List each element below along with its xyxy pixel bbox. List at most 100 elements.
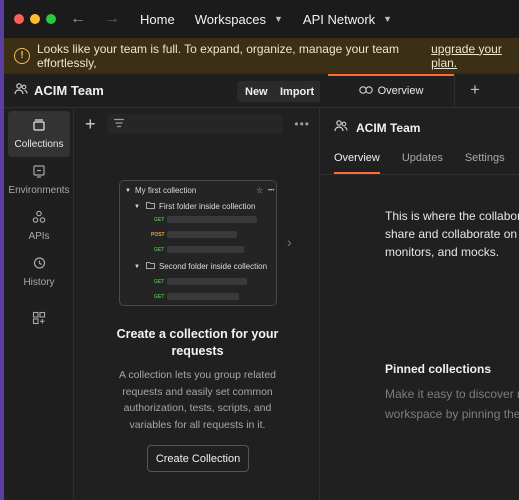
empty-desc-line: authorization, tests, scripts, and bbox=[123, 402, 272, 414]
tab-settings[interactable]: Settings bbox=[465, 152, 505, 174]
sidebar-item-label: APIs bbox=[28, 231, 50, 242]
chevron-down-icon: ▼ bbox=[125, 187, 131, 194]
get-method-badge: GET bbox=[154, 216, 165, 223]
sidebar-item-label: Collections bbox=[14, 139, 64, 150]
pinned-line: workspace by pinning the bbox=[385, 407, 519, 421]
overview-line: This is where the collabor bbox=[385, 209, 519, 223]
sidebar-item-apis[interactable]: APIs bbox=[8, 203, 70, 249]
collections-icon bbox=[32, 118, 46, 135]
collections-toolbar: + ••• bbox=[75, 108, 320, 140]
get-method-badge: GET bbox=[154, 293, 165, 300]
overview-tab-icon bbox=[358, 85, 373, 98]
zoom-window-button[interactable] bbox=[46, 14, 56, 24]
tab-overview[interactable]: Overview bbox=[328, 74, 455, 108]
placeholder-bar bbox=[167, 293, 239, 300]
api-network-label: API Network bbox=[302, 11, 376, 27]
illustration-folder-name: Second folder inside collection bbox=[158, 262, 268, 271]
window-controls bbox=[14, 14, 56, 24]
warning-icon: ! bbox=[14, 47, 30, 64]
empty-title-line: requests bbox=[171, 344, 224, 358]
chevron-down-icon: ▼ bbox=[134, 203, 140, 210]
illustration-request-row: GET bbox=[154, 216, 257, 223]
create-collection-button[interactable]: Create Collection bbox=[147, 445, 249, 472]
overview-description: This is where the collabor share and col… bbox=[385, 207, 519, 261]
api-network-menu[interactable]: API Network ▼ bbox=[303, 12, 392, 27]
placeholder-bar bbox=[167, 231, 237, 238]
sidebar-item-label: Environments bbox=[8, 185, 70, 196]
empty-desc-line: A collection lets you group related bbox=[118, 369, 276, 381]
overview-line: monitors, and mocks. bbox=[385, 245, 500, 259]
sidebar-item-environments[interactable]: Environments bbox=[8, 157, 70, 203]
overview-tab-label: Overview bbox=[377, 85, 424, 97]
close-window-button[interactable] bbox=[14, 14, 24, 24]
workspace-title: ACIM Team bbox=[34, 83, 104, 98]
more-icon: ••• bbox=[268, 187, 275, 194]
overview-header: ACIM Team bbox=[334, 120, 420, 135]
filter-icon bbox=[113, 117, 125, 131]
empty-desc-line: variables for all requests in it. bbox=[129, 418, 266, 431]
pinned-collections-heading: Pinned collections bbox=[385, 362, 492, 376]
forward-arrow-icon[interactable]: → bbox=[104, 10, 120, 28]
empty-state-description: A collection lets you group related requ… bbox=[75, 367, 320, 433]
tab-bar: Overview + bbox=[320, 74, 519, 108]
overview-tabs: Overview Updates Settings bbox=[320, 152, 519, 174]
back-arrow-icon[interactable]: ← bbox=[70, 10, 86, 28]
new-tab-plus-icon[interactable]: + bbox=[470, 80, 480, 100]
divider bbox=[320, 174, 519, 175]
minimize-window-button[interactable] bbox=[30, 14, 40, 24]
team-icon bbox=[14, 83, 28, 98]
illustration-folder-name: First folder inside collection bbox=[158, 202, 256, 211]
illustration-collection-name: My first collection bbox=[134, 186, 197, 195]
folder-icon bbox=[146, 202, 155, 211]
illustration-request-row: GET bbox=[154, 246, 244, 253]
filter-input[interactable] bbox=[107, 114, 283, 134]
banner-text: Looks like your team is full. To expand,… bbox=[37, 41, 399, 70]
apis-icon bbox=[32, 210, 46, 227]
overview-title: ACIM Team bbox=[356, 120, 421, 135]
overview-line: share and collaborate on bbox=[385, 227, 518, 241]
placeholder-bar bbox=[167, 216, 257, 223]
active-tab-indicator bbox=[328, 74, 454, 76]
illustration-request-row: GET bbox=[154, 293, 239, 300]
team-icon bbox=[334, 120, 348, 135]
workspaces-menu[interactable]: Workspaces ▼ bbox=[195, 12, 283, 27]
collections-panel: + ••• ▼ My first collection ☆ ••• ▼ Firs… bbox=[75, 108, 320, 500]
illustration-request-row: GET bbox=[154, 278, 247, 285]
title-bar: ← → Home Workspaces ▼ API Network ▼ bbox=[4, 0, 519, 38]
sidebar-item-history[interactable]: History bbox=[8, 249, 70, 295]
chevron-down-icon: ▼ bbox=[273, 14, 283, 24]
empty-desc-line: requests and easily set common bbox=[122, 385, 273, 398]
history-icon bbox=[32, 256, 46, 273]
chevron-down-icon: ▼ bbox=[134, 263, 140, 270]
collection-illustration: ▼ My first collection ☆ ••• ▼ First fold… bbox=[119, 180, 277, 306]
pinned-line: Make it easy to discover r bbox=[385, 387, 519, 401]
team-full-banner: ! Looks like your team is full. To expan… bbox=[4, 38, 519, 74]
environments-icon bbox=[32, 164, 46, 181]
illustration-folder-row: ▼ Second folder inside collection bbox=[134, 262, 267, 271]
tab-updates[interactable]: Updates bbox=[402, 152, 443, 174]
add-collection-plus-icon[interactable]: + bbox=[85, 114, 96, 135]
sidebar-rail: Collections Environments APIs History bbox=[4, 108, 74, 500]
post-method-badge: POST bbox=[151, 231, 165, 238]
import-button[interactable]: Import bbox=[272, 81, 323, 102]
illustration-request-row: POST bbox=[151, 231, 237, 238]
chevron-right-icon: › bbox=[287, 234, 292, 250]
placeholder-bar bbox=[167, 278, 247, 285]
more-options-icon[interactable]: ••• bbox=[294, 117, 310, 131]
upgrade-plan-link[interactable]: upgrade your plan. bbox=[431, 42, 519, 70]
workspaces-label: Workspaces bbox=[194, 11, 266, 27]
star-icon: ☆ bbox=[256, 186, 264, 195]
get-method-badge: GET bbox=[154, 246, 165, 253]
tab-overview-inner[interactable]: Overview bbox=[334, 152, 380, 174]
sidebar-item-collections[interactable]: Collections bbox=[8, 111, 70, 157]
empty-state-title: Create a collection for your requests bbox=[75, 326, 320, 360]
home-label: Home bbox=[140, 11, 175, 27]
new-button[interactable]: New bbox=[237, 81, 276, 102]
pinned-collections-description: Make it easy to discover r workspace by … bbox=[385, 384, 519, 424]
grid-plus-icon bbox=[32, 311, 46, 328]
configure-sidebar-button[interactable] bbox=[8, 298, 70, 344]
workspace-header: ACIM Team New Import bbox=[4, 74, 323, 108]
chevron-down-icon: ▼ bbox=[383, 14, 393, 24]
sidebar-item-label: History bbox=[23, 277, 55, 288]
home-link[interactable]: Home bbox=[140, 12, 175, 27]
